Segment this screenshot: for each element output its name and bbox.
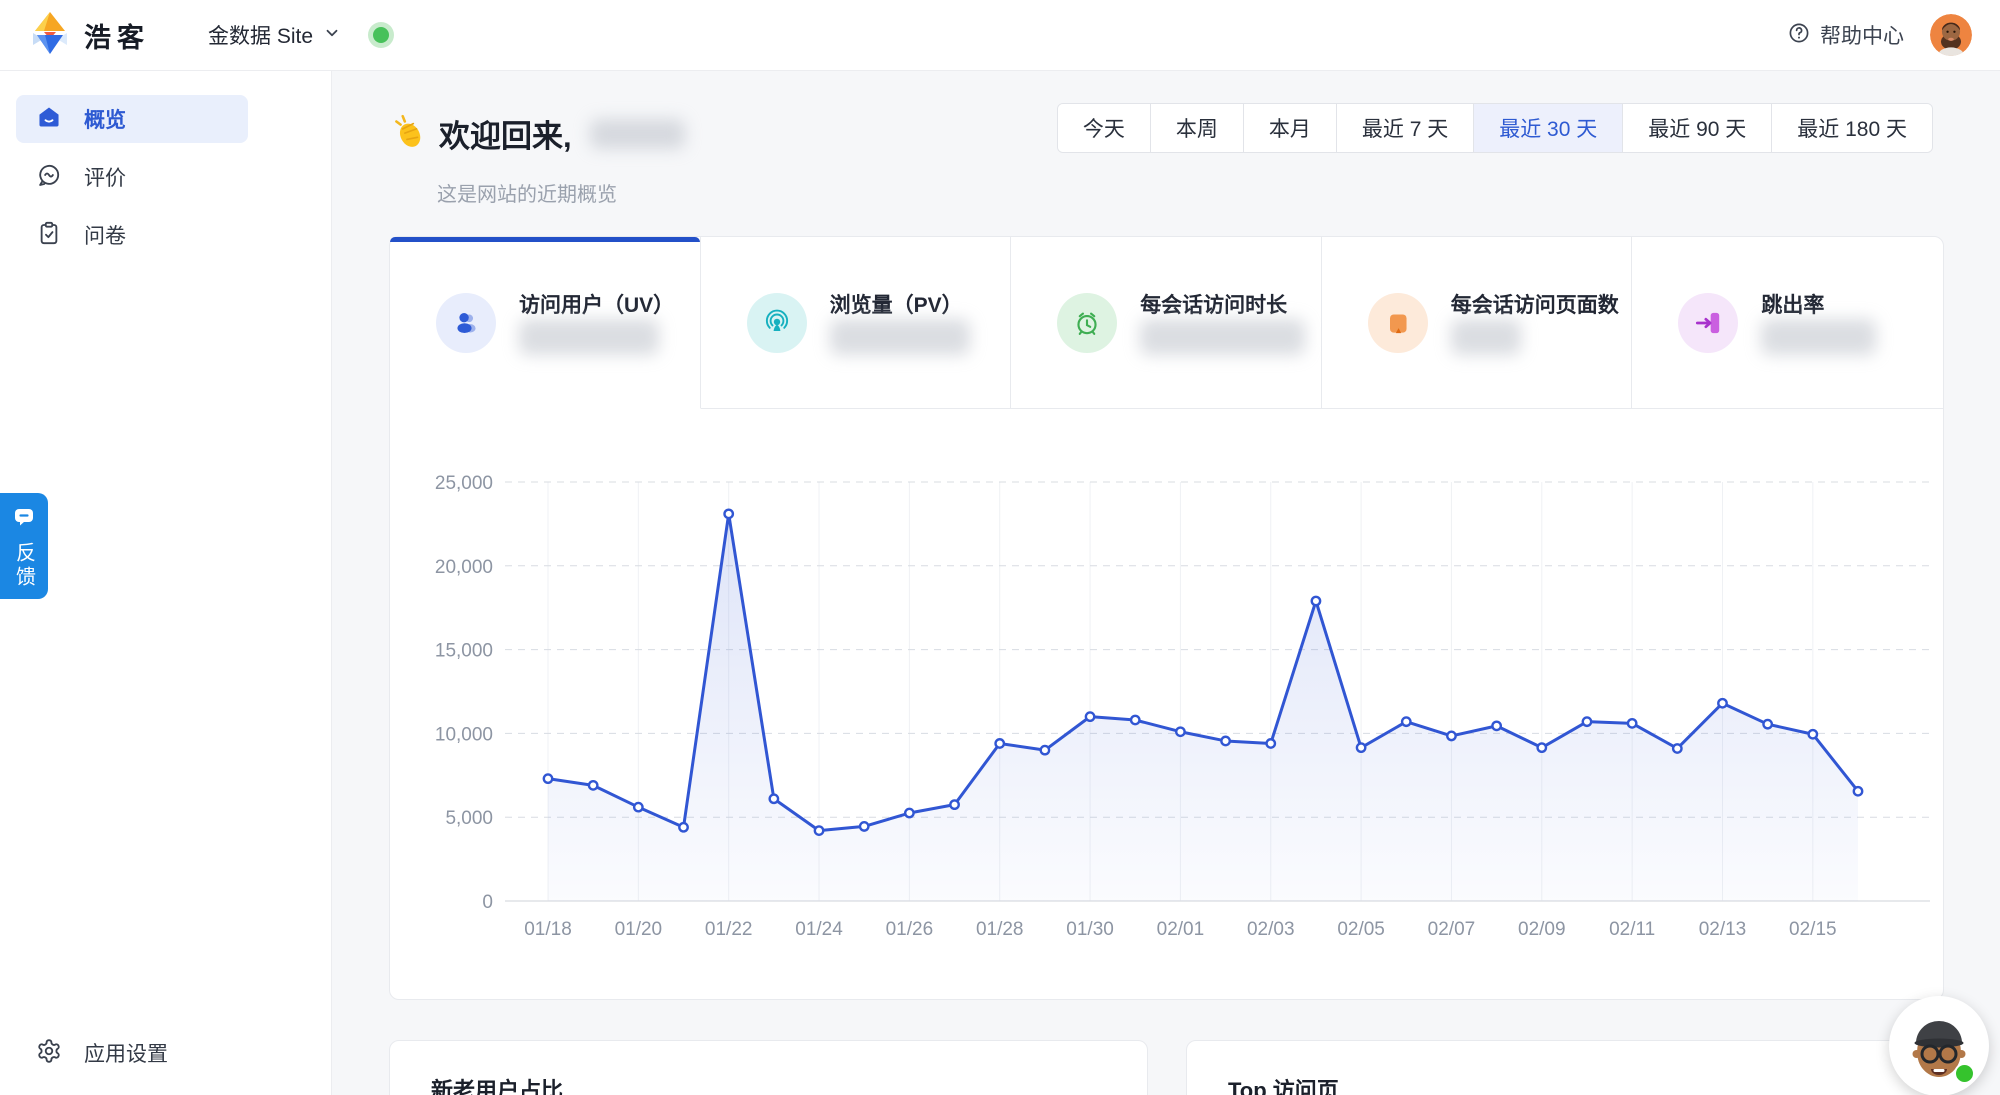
stat-value-redacted: [1761, 319, 1877, 355]
topbar-right: 帮助中心: [1787, 14, 2000, 56]
help-button[interactable]: 帮助中心: [1787, 20, 1904, 50]
sidebar-item-label: 概览: [84, 109, 126, 132]
wave-hands-icon: [389, 112, 427, 155]
stat-tabs: 访问用户（UV） 浏览量（PV） 每会话访问时长 每会话访问页面数 跳出率: [390, 237, 1943, 409]
chat-widget-avatar: [1889, 996, 1989, 1095]
welcome-title: 欢迎回来,: [439, 119, 572, 154]
stat-value-redacted: [829, 319, 970, 355]
svg-text:02/11: 02/11: [1609, 919, 1655, 940]
stat-value-redacted: [519, 319, 659, 355]
sidebar-item-overview[interactable]: 概览: [16, 95, 248, 143]
svg-text:20,000: 20,000: [435, 557, 493, 578]
broadcast-icon: [746, 293, 807, 353]
alarm-clock-icon: [1057, 293, 1118, 353]
svg-text:0: 0: [482, 892, 493, 913]
sidebar-item-surveys[interactable]: 问卷: [16, 211, 248, 259]
feedback-label: 反馈: [12, 542, 35, 590]
svg-text:01/22: 01/22: [705, 919, 753, 940]
stat-value-redacted: [1450, 319, 1521, 355]
sidebar-item-app-settings[interactable]: 应用设置: [16, 1029, 248, 1077]
welcome-subtitle: 这是网站的近期概览: [437, 184, 617, 206]
users-icon: [436, 293, 496, 353]
sidebar: 概览 评价 问卷 应用设置: [0, 71, 332, 1095]
svg-text:01/20: 01/20: [615, 919, 663, 940]
time-range-this-month[interactable]: 本月: [1242, 104, 1336, 152]
stat-tab-bounce-rate[interactable]: 跳出率: [1632, 237, 1943, 409]
question-circle-icon: [1787, 21, 1811, 50]
chevron-down-icon: [323, 24, 341, 47]
gear-icon: [36, 1038, 62, 1069]
stat-tab-session-duration[interactable]: 每会话访问时长: [1011, 237, 1322, 409]
welcome-block: 欢迎回来, 这是网站的近期概览: [389, 111, 685, 207]
brand: 浩客: [0, 11, 150, 60]
svg-text:10,000: 10,000: [435, 724, 493, 745]
stat-tab-uv[interactable]: 访问用户（UV）: [390, 237, 701, 409]
time-range-7d[interactable]: 最近 7 天: [1335, 104, 1474, 152]
svg-text:02/15: 02/15: [1789, 919, 1837, 940]
help-label: 帮助中心: [1820, 25, 1904, 48]
stat-tab-pv[interactable]: 浏览量（PV）: [700, 237, 1012, 409]
svg-text:02/05: 02/05: [1337, 919, 1385, 940]
uv-trend-chart-wrap: 01/18 01/20 01/22 01/24 01/26 01/28 01/30 02/01…: [390, 409, 1943, 999]
svg-text:01/28: 01/28: [976, 919, 1024, 940]
main-content: 欢迎回来, 这是网站的近期概览 今天 本周 本月 最近 7 天 最近 30 天 …: [332, 71, 2000, 1095]
time-range-30d[interactable]: 最近 30 天: [1473, 104, 1623, 152]
svg-text:01/26: 01/26: [886, 919, 934, 940]
time-range-today[interactable]: 今天: [1057, 104, 1150, 152]
workspace-selector[interactable]: 金数据 Site: [208, 20, 341, 50]
topbar: 浩客 金数据 Site 帮助中心: [0, 0, 2000, 71]
svg-text:02/13: 02/13: [1699, 919, 1747, 940]
stat-label: 跳出率: [1761, 294, 1825, 317]
stat-label: 浏览量（PV）: [829, 294, 963, 317]
clipboard-check-icon: [36, 220, 62, 251]
stat-tab-pages-per-session[interactable]: 每会话访问页面数: [1321, 237, 1633, 409]
svg-text:25,000: 25,000: [435, 473, 493, 494]
stat-label: 访问用户（UV）: [519, 294, 675, 317]
svg-text:01/24: 01/24: [795, 919, 843, 940]
redacted-user-name: [589, 118, 685, 149]
stat-label: 每会话访问页面数: [1450, 294, 1619, 317]
user-avatar[interactable]: [1930, 14, 1972, 56]
chat-widget-status-dot: [1954, 1063, 1975, 1084]
feedback-bubble-icon: [12, 505, 36, 534]
svg-text:15,000: 15,000: [435, 641, 493, 662]
stat-label: 每会话访问时长: [1140, 294, 1288, 317]
chat-widget-button[interactable]: [1889, 996, 1989, 1095]
card-title: 新老用户占比: [431, 1078, 564, 1095]
overview-card: 访问用户（UV） 浏览量（PV） 每会话访问时长 每会话访问页面数 跳出率 01…: [389, 236, 1944, 1000]
svg-text:02/09: 02/09: [1518, 919, 1566, 940]
chat-bubble-icon: [36, 162, 62, 193]
svg-text:02/07: 02/07: [1428, 919, 1476, 940]
sidebar-item-reviews[interactable]: 评价: [16, 153, 248, 201]
svg-text:5,000: 5,000: [445, 808, 493, 829]
brand-logo-icon: [30, 11, 70, 60]
stat-value-redacted: [1140, 319, 1306, 355]
home-icon: [36, 104, 62, 135]
top-pages-card: Top 访问页: [1186, 1040, 1945, 1095]
sidebar-item-label: 评价: [84, 167, 126, 190]
svg-text:02/01: 02/01: [1157, 919, 1205, 940]
browser-page-icon: [1367, 293, 1428, 353]
sidebar-item-label: 应用设置: [84, 1043, 168, 1066]
site-status-dot: [373, 27, 390, 43]
app-root: 浩客 金数据 Site 帮助中心 概览 评价 问卷 应用设置 反馈 欢迎回来, …: [0, 0, 2000, 1095]
time-range-90d[interactable]: 最近 90 天: [1622, 104, 1772, 152]
workspace-name: 金数据 Site: [208, 25, 314, 48]
svg-text:01/18: 01/18: [524, 919, 572, 940]
time-range-180d[interactable]: 最近 180 天: [1771, 104, 1932, 152]
svg-text:02/03: 02/03: [1247, 919, 1295, 940]
exit-arrow-icon: [1678, 293, 1739, 353]
sidebar-item-label: 问卷: [84, 225, 126, 248]
svg-text:01/30: 01/30: [1066, 919, 1114, 940]
time-range-this-week[interactable]: 本周: [1149, 104, 1243, 152]
card-title: Top 访问页: [1228, 1078, 1339, 1095]
brand-name: 浩客: [84, 22, 150, 53]
uv-trend-chart: 01/18 01/20 01/22 01/24 01/26 01/28 01/30 02/01…: [435, 473, 1930, 940]
new-vs-returning-card: 新老用户占比: [389, 1040, 1148, 1095]
feedback-tab[interactable]: 反馈: [0, 493, 48, 599]
time-range-group: 今天 本周 本月 最近 7 天 最近 30 天 最近 90 天 最近 180 天: [1056, 103, 1933, 153]
